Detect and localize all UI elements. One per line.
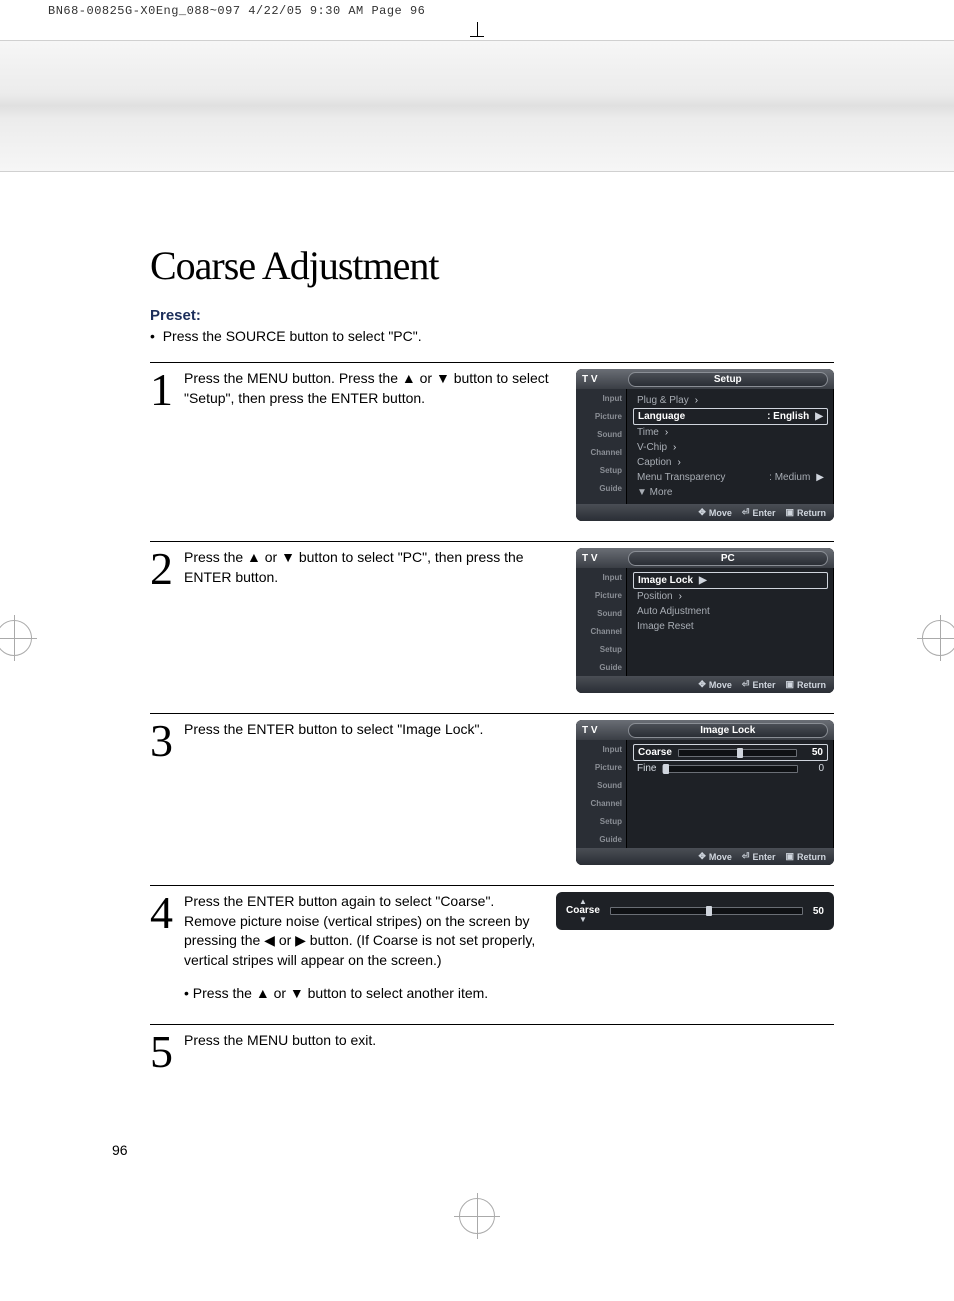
slider-fine[interactable]: Fine 0 <box>633 761 828 776</box>
step-number: 3 <box>150 720 184 761</box>
osd-footer: ✥ Move ⏎ Enter ▣ Return <box>576 676 834 693</box>
slider-label: Coarse <box>638 747 672 758</box>
slider-thumb[interactable] <box>663 764 669 774</box>
slider-label: Fine <box>637 763 656 774</box>
slider-value: 50 <box>803 747 823 758</box>
sidebar-channel[interactable]: Channel <box>576 443 626 461</box>
osd-footer: ✥ Move ⏎ Enter ▣ Return <box>576 504 834 521</box>
menu-auto-adjustment[interactable]: Auto Adjustment <box>633 604 828 619</box>
sidebar-picture[interactable]: Picture <box>576 586 626 604</box>
sidebar-picture[interactable]: Picture <box>576 407 626 425</box>
step-5: 5 Press the MENU button to exit. <box>150 1024 834 1092</box>
osd-footer: ✥ Move ⏎ Enter ▣ Return <box>576 848 834 865</box>
step-text: Press the ENTER button again to select "… <box>184 892 556 1004</box>
sidebar-picture[interactable]: Picture <box>576 758 626 776</box>
slider-track[interactable] <box>678 749 797 757</box>
menu-plug-play[interactable]: Plug & Play› <box>633 393 828 408</box>
bar-track[interactable] <box>610 907 803 915</box>
sidebar-guide[interactable]: Guide <box>576 479 626 497</box>
step-text: Press the MENU button to exit. <box>184 1031 834 1051</box>
menu-time[interactable]: Time› <box>633 425 828 440</box>
osd-sidebar: Input Picture Sound Channel Setup Guide <box>576 568 627 676</box>
menu-image-lock[interactable]: Image Lock▶ <box>633 572 828 589</box>
bar-thumb[interactable] <box>706 906 712 916</box>
step-number: 5 <box>150 1031 184 1072</box>
hint-enter: ⏎ Enter <box>742 851 776 862</box>
sidebar-input[interactable]: Input <box>576 389 626 407</box>
menu-caption[interactable]: Caption› <box>633 455 828 470</box>
menu-more[interactable]: ▼ More <box>633 485 828 500</box>
sidebar-sound[interactable]: Sound <box>576 604 626 622</box>
step-2: 2 Press the ▲ or ▼ button to select "PC"… <box>150 541 834 713</box>
menu-image-reset[interactable]: Image Reset <box>633 619 828 634</box>
slider-thumb[interactable] <box>737 748 743 758</box>
osd-title: Image Lock <box>628 723 828 738</box>
osd-sidebar: Input Picture Sound Channel Setup Guide <box>576 389 627 504</box>
menu-transparency[interactable]: Menu Transparency: Medium▶ <box>633 470 828 485</box>
sidebar-setup[interactable]: Setup <box>576 461 626 479</box>
print-header: BN68-00825G-X0Eng_088~097 4/22/05 9:30 A… <box>0 0 954 22</box>
osd-pc: T V PC Input Picture Sound Channel Setup … <box>576 548 834 693</box>
crop-mark-top <box>0 22 954 40</box>
preset-text: Press the SOURCE button to select "PC". <box>163 328 422 344</box>
step-number: 2 <box>150 548 184 589</box>
slider-coarse[interactable]: Coarse 50 <box>633 744 828 761</box>
sidebar-input[interactable]: Input <box>576 568 626 586</box>
bar-value: 50 <box>813 906 824 917</box>
osd-sidebar: Input Picture Sound Channel Setup Guide <box>576 740 627 848</box>
step-text: Press the MENU button. Press the ▲ or ▼ … <box>184 369 576 408</box>
step-3: 3 Press the ENTER button to select "Imag… <box>150 713 834 885</box>
step-text: Press the ▲ or ▼ button to select "PC", … <box>184 548 576 587</box>
preset-instruction: • Press the SOURCE button to select "PC"… <box>150 328 834 344</box>
sidebar-sound[interactable]: Sound <box>576 425 626 443</box>
sidebar-setup[interactable]: Setup <box>576 812 626 830</box>
menu-language[interactable]: Language: English▶ <box>633 408 828 425</box>
osd-tv-label: T V <box>582 725 598 736</box>
sidebar-guide[interactable]: Guide <box>576 830 626 848</box>
osd-main: Coarse 50 Fine 0 <box>627 740 834 848</box>
osd-tv-label: T V <box>582 553 598 564</box>
osd-image-lock: T V Image Lock Input Picture Sound Channe… <box>576 720 834 865</box>
registration-mark-right <box>922 620 954 656</box>
sidebar-channel[interactable]: Channel <box>576 622 626 640</box>
step-text: Press the ENTER button to select "Image … <box>184 720 576 740</box>
triangle-down-icon: ▼ <box>579 916 587 924</box>
osd-main: Plug & Play› Language: English▶ Time› V-… <box>627 389 834 504</box>
slider-value: 0 <box>804 763 824 774</box>
osd-main: Image Lock▶ Position› Auto Adjustment Im… <box>627 568 834 676</box>
coarse-bar-widget: ▲ Coarse ▼ 50 <box>556 892 834 930</box>
registration-mark-bottom <box>0 1198 954 1238</box>
hint-return: ▣ Return <box>785 507 826 518</box>
step-1: 1 Press the MENU button. Press the ▲ or … <box>150 362 834 541</box>
osd-title: Setup <box>628 372 828 387</box>
hint-enter: ⏎ Enter <box>742 507 776 518</box>
bar-label-group: ▲ Coarse ▼ <box>566 898 600 924</box>
slider-track[interactable] <box>662 765 798 773</box>
hint-return: ▣ Return <box>785 679 826 690</box>
hint-move: ✥ Move <box>698 679 732 690</box>
hint-return: ▣ Return <box>785 851 826 862</box>
sidebar-input[interactable]: Input <box>576 740 626 758</box>
sidebar-channel[interactable]: Channel <box>576 794 626 812</box>
osd-tv-label: T V <box>582 374 598 385</box>
sidebar-sound[interactable]: Sound <box>576 776 626 794</box>
step-number: 1 <box>150 369 184 410</box>
page-number: 96 <box>112 1142 954 1158</box>
osd-title: PC <box>628 551 828 566</box>
hint-enter: ⏎ Enter <box>742 679 776 690</box>
hint-move: ✥ Move <box>698 851 732 862</box>
step-subtext: • Press the ▲ or ▼ button to select anot… <box>184 984 542 1004</box>
step-4: 4 Press the ENTER button again to select… <box>150 885 834 1024</box>
sidebar-guide[interactable]: Guide <box>576 658 626 676</box>
menu-position[interactable]: Position› <box>633 589 828 604</box>
header-band <box>0 40 954 172</box>
menu-vchip[interactable]: V-Chip› <box>633 440 828 455</box>
step-number: 4 <box>150 892 184 933</box>
sidebar-setup[interactable]: Setup <box>576 640 626 658</box>
hint-move: ✥ Move <box>698 507 732 518</box>
osd-setup: T V Setup Input Picture Sound Channel Set… <box>576 369 834 521</box>
preset-label: Preset: <box>150 307 834 324</box>
page-title: Coarse Adjustment <box>150 242 834 289</box>
